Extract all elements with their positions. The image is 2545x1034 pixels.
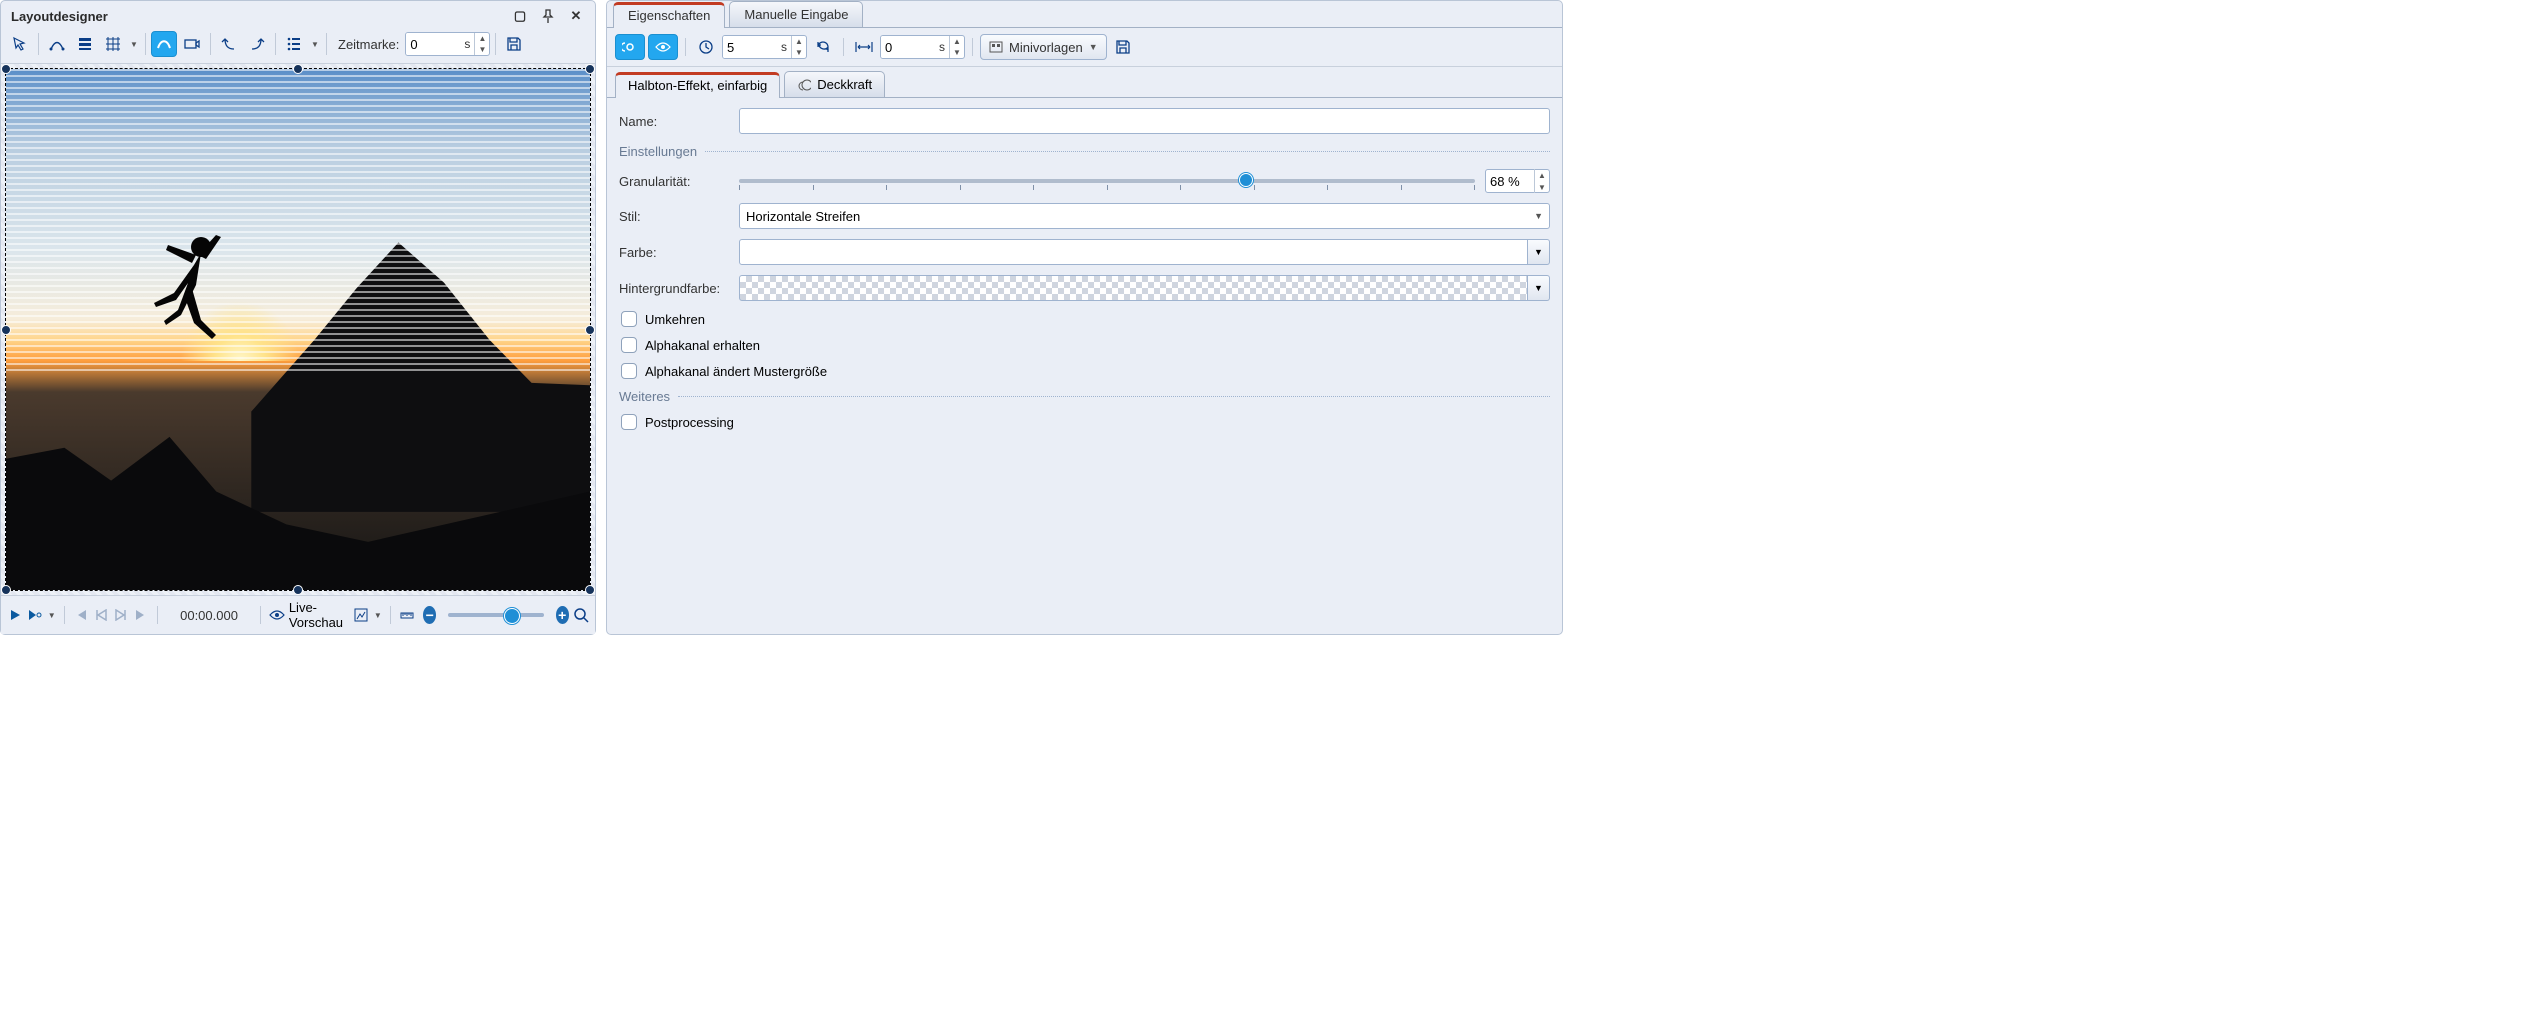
panel-title: Layoutdesigner — [11, 9, 108, 24]
resize-handle[interactable] — [585, 585, 595, 595]
resize-handle[interactable] — [585, 64, 595, 74]
spin-down-icon[interactable]: ▼ — [475, 44, 489, 55]
camera-icon[interactable] — [179, 31, 205, 57]
granularity-label: Granularität: — [619, 174, 729, 189]
layout-designer-panel: Layoutdesigner ▢ ✕ ▼ ▼ Zeitmarke: — [0, 0, 596, 635]
preview-eye-icon[interactable] — [648, 34, 678, 60]
playback-bar: ▼ 00:00.000 Live-Vorschau ▼ − + — [1, 595, 595, 634]
pin-icon[interactable] — [539, 7, 557, 25]
play-icon[interactable] — [7, 604, 23, 626]
tab-opacity[interactable]: Deckkraft — [784, 71, 885, 97]
color-label: Farbe: — [619, 245, 729, 260]
save-preset-icon[interactable] — [1110, 34, 1136, 60]
settings-section: Einstellungen — [619, 144, 1550, 159]
resize-handle[interactable] — [293, 64, 303, 74]
width-input[interactable]: s ▲▼ — [880, 35, 965, 59]
granularity-slider[interactable] — [739, 171, 1475, 191]
bgcolor-dropdown[interactable]: ▼ — [1528, 275, 1550, 301]
zeitmarke-input[interactable]: s ▲▼ — [405, 32, 490, 56]
zoom-fit-icon[interactable] — [573, 604, 589, 626]
maximize-icon[interactable]: ▢ — [511, 7, 529, 25]
designer-toolbar: ▼ ▼ Zeitmarke: s ▲▼ — [1, 29, 595, 64]
resize-handle[interactable] — [293, 585, 303, 595]
grid-icon[interactable] — [100, 31, 126, 57]
spin-up-icon[interactable]: ▲ — [475, 33, 489, 44]
tab-halftone[interactable]: Halbton-Effekt, einfarbig — [615, 72, 780, 98]
bezier-icon[interactable] — [44, 31, 70, 57]
align-icon[interactable] — [72, 31, 98, 57]
canvas[interactable] — [1, 64, 595, 595]
eye-icon[interactable] — [269, 604, 285, 626]
live-preview-label: Live-Vorschau — [289, 600, 349, 630]
width-icon — [851, 34, 877, 60]
zeitmarke-label: Zeitmarke: — [332, 37, 403, 52]
resize-handle[interactable] — [1, 64, 11, 74]
preview-image — [6, 69, 590, 590]
resize-handle[interactable] — [1, 585, 11, 595]
quality-icon[interactable] — [353, 604, 369, 626]
zoom-slider[interactable] — [448, 613, 543, 617]
list-icon[interactable] — [281, 31, 307, 57]
properties-panel: Eigenschaften Manuelle Eingabe s ▲▼ s ▲▼ — [606, 0, 1563, 635]
save-icon[interactable] — [501, 31, 527, 57]
zoom-out-button[interactable]: − — [423, 606, 436, 624]
more-section: Weiteres — [619, 389, 1550, 404]
tab-properties[interactable]: Eigenschaften — [613, 2, 725, 28]
step-back-icon[interactable] — [93, 604, 109, 626]
bgcolor-label: Hintergrundfarbe: — [619, 281, 729, 296]
path-tool-icon[interactable] — [151, 31, 177, 57]
link-icon[interactable] — [615, 34, 645, 60]
resize-handle[interactable] — [1, 325, 11, 335]
alpha-pattern-checkbox[interactable] — [621, 363, 637, 379]
skip-start-icon[interactable] — [73, 604, 89, 626]
list-dropdown-icon[interactable]: ▼ — [309, 31, 321, 57]
clock-icon — [693, 34, 719, 60]
skip-end-icon[interactable] — [133, 604, 149, 626]
quality-dropdown-icon[interactable]: ▼ — [373, 604, 382, 626]
duration-input[interactable]: s ▲▼ — [722, 35, 807, 59]
opacity-icon — [797, 78, 811, 92]
bgcolor-picker[interactable] — [739, 275, 1528, 301]
timecode: 00:00.000 — [166, 608, 252, 623]
tab-manual-input[interactable]: Manuelle Eingabe — [729, 1, 863, 27]
color-picker[interactable] — [739, 239, 1528, 265]
mini-templates-dropdown[interactable]: Minivorlagen▼ — [980, 34, 1107, 60]
refresh-icon[interactable] — [810, 34, 836, 60]
close-icon[interactable]: ✕ — [567, 7, 585, 25]
resize-handle[interactable] — [585, 325, 595, 335]
style-label: Stil: — [619, 209, 729, 224]
postprocessing-checkbox[interactable] — [621, 414, 637, 430]
invert-checkbox[interactable] — [621, 311, 637, 327]
play-cursor-icon[interactable] — [27, 604, 43, 626]
color-dropdown[interactable]: ▼ — [1528, 239, 1550, 265]
name-input[interactable] — [739, 108, 1550, 134]
play-dropdown-icon[interactable]: ▼ — [47, 604, 56, 626]
step-fwd-icon[interactable] — [113, 604, 129, 626]
curve-right-icon[interactable] — [244, 31, 270, 57]
style-combo[interactable]: Horizontale Streifen▼ — [739, 203, 1550, 229]
arrow-select-icon[interactable] — [7, 31, 33, 57]
curve-left-icon[interactable] — [216, 31, 242, 57]
keep-alpha-checkbox[interactable] — [621, 337, 637, 353]
zoom-in-button[interactable]: + — [556, 606, 569, 624]
grid-dropdown-icon[interactable]: ▼ — [128, 31, 140, 57]
ruler-icon[interactable] — [399, 604, 415, 626]
granularity-value[interactable]: ▲▼ — [1485, 169, 1550, 193]
name-label: Name: — [619, 114, 729, 129]
